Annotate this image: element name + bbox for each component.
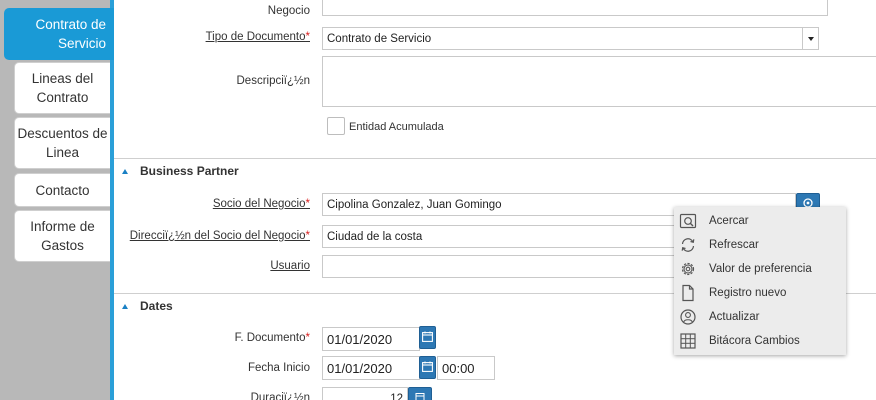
business-partner-section-header[interactable]: Business Partner <box>122 164 239 178</box>
direccion-socio-value: Ciudad de la costa <box>327 230 423 243</box>
f-documento-calendar-button[interactable] <box>419 326 436 349</box>
new-document-icon <box>679 284 697 302</box>
fecha-inicio-field[interactable]: 01/01/2020 <box>322 356 420 380</box>
zoom-icon <box>679 212 697 230</box>
menu-item-label: Actualizar <box>709 311 760 323</box>
tab-contrato-de-servicio[interactable]: Contrato de Servicio <box>4 8 114 60</box>
tipo-documento-value: Contrato de Servicio <box>327 32 432 45</box>
socio-negocio-label[interactable]: Socio del Negocio* <box>213 198 310 210</box>
menu-item-refrescar[interactable]: Refrescar <box>674 233 846 257</box>
menu-item-valor-de-preferencia[interactable]: Valor de preferencia <box>674 257 846 281</box>
tab-contacto[interactable]: Contacto <box>14 173 110 207</box>
menu-item-label: Refrescar <box>709 239 759 251</box>
window: Contrato de Servicio Lineas del Contrato… <box>0 0 876 400</box>
negocio-label: Negocio <box>267 5 310 17</box>
tab-lineas-del-contrato[interactable]: Lineas del Contrato <box>14 62 110 114</box>
tab-label: Lineas del Contrato <box>31 71 94 105</box>
fecha-inicio-value: 01/01/2020 <box>327 360 393 376</box>
socio-negocio-value: Cipolina Gonzalez, Juan Gomingo <box>327 198 502 211</box>
tab-label: Informe de Gastos <box>30 219 95 253</box>
f-documento-value: 01/01/2020 <box>327 331 393 347</box>
menu-item-label: Valor de preferencia <box>709 263 812 275</box>
entidad-acumulada-checkbox[interactable] <box>327 117 345 135</box>
direccion-socio-label[interactable]: Direcciï¿½n del Socio del Negocio* <box>130 230 310 242</box>
context-menu: Acercar Refrescar Valor de preferencia R… <box>674 207 846 355</box>
tipo-documento-label[interactable]: Tipo de Documento* <box>206 31 310 43</box>
section-divider <box>114 158 876 159</box>
chevron-down-icon <box>807 36 814 41</box>
fecha-inicio-label: Fecha Inicio <box>247 362 310 374</box>
duracion-value: 12 <box>390 393 403 400</box>
business-partner-title: Business Partner <box>140 164 239 178</box>
user-icon <box>679 308 697 326</box>
tab-label: Contacto <box>35 182 90 198</box>
hora-inicio-value: 00:00 <box>442 360 475 376</box>
collapse-caret-icon <box>122 303 128 309</box>
fecha-inicio-calendar-button[interactable] <box>419 356 436 379</box>
menu-item-label: Bitácora Cambios <box>709 335 800 347</box>
tab-label: Contrato de Servicio <box>35 17 106 51</box>
f-documento-field[interactable]: 01/01/2020 <box>322 327 420 351</box>
menu-item-label: Acercar <box>709 215 749 227</box>
menu-item-actualizar[interactable]: Actualizar <box>674 305 846 329</box>
calendar-icon <box>422 361 433 375</box>
tab-label: Descuentos de Linea <box>17 126 108 160</box>
calculator-icon <box>415 392 425 400</box>
gear-icon <box>679 260 697 278</box>
grid-icon <box>679 332 697 350</box>
entidad-acumulada-label: Entidad Acumulada <box>349 121 444 133</box>
usuario-label[interactable]: Usuario <box>270 260 310 272</box>
menu-item-registro-nuevo[interactable]: Registro nuevo <box>674 281 846 305</box>
collapse-caret-icon <box>122 168 128 174</box>
menu-item-acercar[interactable]: Acercar <box>674 209 846 233</box>
duracion-field[interactable]: 12 <box>322 387 408 400</box>
tipo-documento-dropdown-button[interactable] <box>802 27 819 50</box>
dates-section-header[interactable]: Dates <box>122 299 173 313</box>
tipo-documento-select[interactable]: Contrato de Servicio <box>322 27 819 50</box>
refresh-icon <box>679 236 697 254</box>
descripcion-label: Descripciï¿½n <box>236 75 311 87</box>
tab-descuentos-de-linea[interactable]: Descuentos de Linea <box>14 117 110 169</box>
menu-item-bitacora-cambios[interactable]: Bitácora Cambios <box>674 329 846 353</box>
negocio-field[interactable] <box>322 0 828 16</box>
f-documento-label: F. Documento* <box>234 332 310 344</box>
dates-title: Dates <box>140 299 173 313</box>
duracion-button[interactable] <box>408 387 432 400</box>
duracion-label: Duraciï¿½n <box>250 392 310 400</box>
tab-informe-de-gastos[interactable]: Informe de Gastos <box>14 210 110 262</box>
hora-inicio-field[interactable]: 00:00 <box>437 356 495 380</box>
menu-item-label: Registro nuevo <box>709 287 787 299</box>
calendar-icon <box>422 331 433 345</box>
descripcion-textarea[interactable] <box>322 56 876 107</box>
